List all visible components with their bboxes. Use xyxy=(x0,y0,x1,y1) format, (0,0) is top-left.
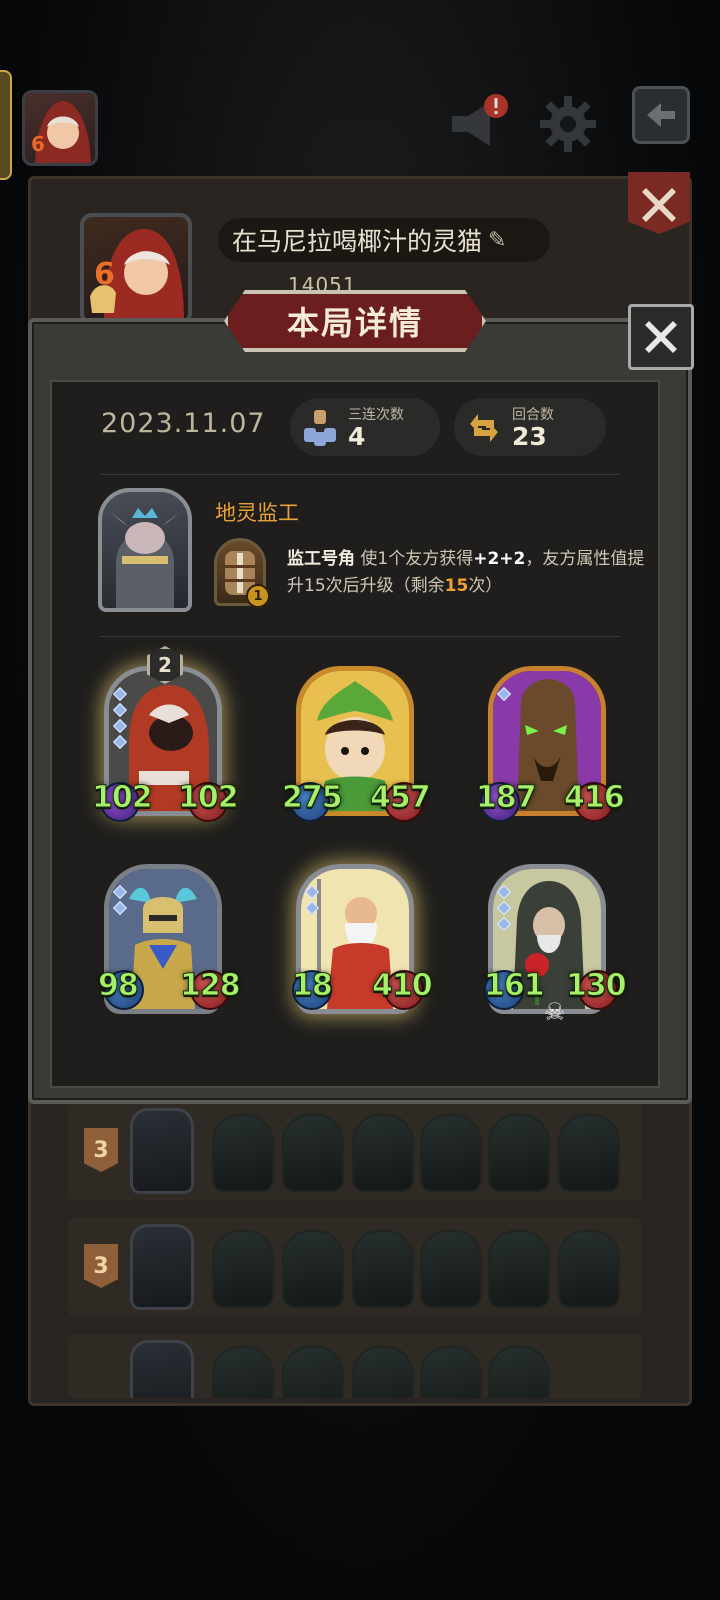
history-row[interactable] xyxy=(68,1334,642,1398)
goblin-overseer-icon xyxy=(110,508,180,608)
card-attack: 18 xyxy=(292,968,334,1004)
row-unit xyxy=(420,1114,482,1192)
rank-badge: 3 xyxy=(84,1244,118,1288)
card-health: 130 xyxy=(566,968,628,1004)
skull-icon: ☠ xyxy=(544,998,566,1026)
stat-value: 4 xyxy=(348,422,366,451)
stat-label: 三连次数 xyxy=(348,407,404,423)
close-icon xyxy=(642,188,676,222)
skill-bonus: +2+2 xyxy=(473,549,526,569)
card-attack: 275 xyxy=(282,780,344,816)
edit-pencil-icon[interactable]: ✎ xyxy=(488,228,506,253)
player-avatar-small[interactable]: 6 xyxy=(22,90,98,166)
divider xyxy=(100,474,620,475)
card-attack: 98 xyxy=(98,968,140,1004)
cycle-arrows-icon xyxy=(470,414,498,442)
row-unit xyxy=(420,1346,482,1398)
row-unit xyxy=(212,1346,274,1398)
skill-remaining: 15 xyxy=(444,576,469,596)
skill-name: 监工号角 xyxy=(287,549,355,569)
card-attack: 161 xyxy=(484,968,546,1004)
nickname-field[interactable]: 在马尼拉喝椰汁的灵猫 ✎ xyxy=(218,218,550,262)
row-unit xyxy=(488,1346,550,1398)
triple-count-stat: 三连次数 4 xyxy=(290,398,440,456)
settings-gear-icon[interactable] xyxy=(536,92,600,156)
svg-text:6: 6 xyxy=(31,132,45,156)
close-icon xyxy=(645,321,677,353)
round-count-stat: 回合数 23 xyxy=(454,398,606,456)
history-row[interactable]: 3 xyxy=(68,1218,642,1316)
stat-value: 23 xyxy=(512,422,547,451)
match-date: 2023.11.07 xyxy=(101,408,266,439)
stat-label: 回合数 xyxy=(512,407,554,423)
row-unit xyxy=(282,1114,344,1192)
row-unit xyxy=(558,1230,620,1308)
card-health: 410 xyxy=(372,968,434,1004)
row-unit xyxy=(352,1346,414,1398)
row-hero-portrait xyxy=(130,1340,194,1398)
skill-level-badge: 1 xyxy=(246,584,270,608)
row-unit xyxy=(212,1114,274,1192)
row-hero-portrait xyxy=(130,1108,194,1194)
card-health: 416 xyxy=(564,780,626,816)
row-unit xyxy=(488,1114,550,1192)
hero-name: 地灵监工 xyxy=(215,501,299,525)
history-row[interactable]: 3 xyxy=(68,1102,642,1200)
skill-text: 使1个友方获得 xyxy=(355,549,474,569)
row-unit xyxy=(420,1230,482,1308)
hooded-girl-icon: 6 xyxy=(31,101,91,163)
nickname-text: 在马尼拉喝椰汁的灵猫 xyxy=(232,227,483,256)
card-health: 457 xyxy=(370,780,432,816)
hero-portrait[interactable] xyxy=(98,488,192,612)
triple-merge-icon xyxy=(304,410,336,446)
rank-badge: 3 xyxy=(84,1128,118,1172)
profile-close-button[interactable] xyxy=(628,172,690,234)
modal-title: 本局详情 xyxy=(224,290,486,352)
portrait-badge: 6 xyxy=(94,257,115,292)
row-unit xyxy=(212,1230,274,1308)
side-drawer-tab[interactable] xyxy=(0,70,12,180)
row-unit xyxy=(352,1230,414,1308)
row-unit xyxy=(558,1114,620,1192)
skill-description: 监工号角 使1个友方获得+2+2，友方属性值提升15次后升级（剩余15次） xyxy=(287,546,647,600)
row-hero-portrait xyxy=(130,1224,194,1310)
divider xyxy=(100,636,620,637)
profile-avatar[interactable]: 6 xyxy=(80,213,192,325)
skill-text: 次） xyxy=(468,576,503,596)
back-button[interactable] xyxy=(632,86,690,144)
arrow-left-icon xyxy=(647,103,675,127)
card-attack: 187 xyxy=(476,780,538,816)
row-unit xyxy=(488,1230,550,1308)
card-attack: 102 xyxy=(92,780,154,816)
card-health: 128 xyxy=(180,968,242,1004)
row-unit xyxy=(282,1346,344,1398)
announcement-icon[interactable] xyxy=(446,92,510,156)
modal-close-button[interactable] xyxy=(628,304,694,370)
row-unit xyxy=(352,1114,414,1192)
row-unit xyxy=(282,1230,344,1308)
card-health: 102 xyxy=(178,780,240,816)
